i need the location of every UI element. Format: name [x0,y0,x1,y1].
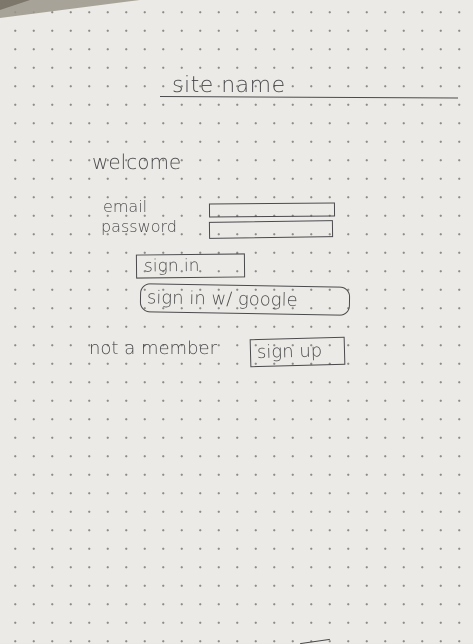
password-label: password [101,217,177,236]
paper-corner-shadow-dark [0,0,30,10]
welcome-heading: welcome [92,150,182,174]
site-name-title: site name [172,73,286,98]
not-a-member-text: not a member [89,338,217,359]
email-label: email [103,197,148,216]
email-field[interactable] [208,202,336,218]
sign-in-button[interactable]: sign in [135,253,246,279]
sign-in-with-google-button[interactable]: sign in w/ google [139,283,351,316]
sign-up-button[interactable]: sign up [249,336,346,368]
password-field[interactable] [208,220,334,239]
